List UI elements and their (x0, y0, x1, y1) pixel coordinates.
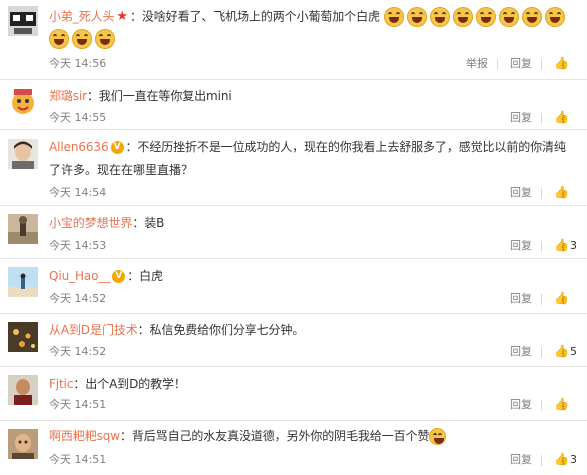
avatar[interactable] (8, 322, 38, 352)
comment-body: ：装B (132, 216, 165, 230)
comment-body: ：没啥好看了、飞机场上的两个小葡萄加个白虎 (129, 9, 380, 24)
reply-button[interactable]: 回复 (510, 111, 532, 125)
reply-button[interactable]: 回复 (510, 345, 532, 359)
comment-body: ：白虎 (127, 269, 163, 283)
avatar[interactable] (8, 267, 38, 297)
username-link[interactable]: 郑璐sir (49, 89, 87, 103)
comment-body: ：背后骂自己的水友真没道德，另外你的阴毛我给一百个赞 (119, 429, 430, 443)
username-link[interactable]: 小宝的梦想世界 (49, 216, 132, 230)
avatar[interactable] (8, 87, 38, 117)
laugh-emoji-icon (498, 7, 519, 27)
comment-text: 从A到D是门技术：私信免费给你们分享七分钟。 (49, 321, 304, 339)
reply-button[interactable]: 回复 (510, 292, 532, 306)
like-count: 3 (570, 453, 577, 466)
laugh-emoji-icon (429, 7, 450, 27)
avatar[interactable] (8, 6, 38, 36)
comment-item: 郑璐sir：我们一直在等你复出mini 今天 14:55 回复 👍 (0, 80, 587, 129)
comment-body: ：出个A到D的教学！ (73, 377, 186, 391)
comment-item: 从A到D是门技术：私信免费给你们分享七分钟。 今天 14:52 回复 👍 5 (0, 314, 587, 366)
comment-text: 郑璐sir：我们一直在等你复出mini (49, 87, 232, 105)
comment-item: 小宝的梦想世界：装B 今天 14:53 回复 👍 3 (0, 206, 587, 258)
like-thumb-icon[interactable]: 👍 (554, 291, 569, 305)
username-link[interactable]: Allen6636 (49, 140, 109, 154)
like-thumb-icon[interactable]: 👍 (554, 110, 569, 124)
comment-body-continued: 了许多。现在在哪里直播？ (49, 163, 194, 177)
timestamp: 今天 14:52 (49, 292, 107, 305)
divider (541, 400, 542, 411)
comment-text: Fjtic：出个A到D的教学！ (49, 375, 186, 393)
timestamp: 今天 14:55 (49, 111, 107, 124)
v-badge-icon: V (112, 270, 126, 283)
comment-item: Fjtic：出个A到D的教学！ 今天 14:51 回复 👍 (0, 367, 587, 420)
like-count: 3 (570, 239, 577, 252)
comment-text: 小宝的梦想世界：装B (49, 214, 164, 232)
comment-body: ：不经历挫折不是一位成功的人，现在的你我看上去舒服多了，感觉比以前的你清纯 (125, 140, 566, 154)
like-thumb-icon[interactable]: 👍 (554, 344, 569, 358)
comment-text: 小弟_死人头 ★ ：没啥好看了、飞机场上的两个小葡萄加个白虎 (49, 7, 568, 27)
comment-item: 啊西粑粑sqw：背后骂自己的水友真没道德，另外你的阴毛我给一百个赞 今天 14:… (0, 421, 587, 475)
like-thumb-icon[interactable]: 👍 (554, 185, 569, 199)
divider (541, 455, 542, 466)
laugh-emoji-icon (95, 29, 115, 49)
reply-button[interactable]: 回复 (510, 453, 532, 467)
comment-item: Allen6636 V ：不经历挫折不是一位成功的人，现在的你我看上去舒服多了，感觉… (0, 130, 587, 205)
laugh-emoji-icon (475, 7, 496, 27)
laugh-emoji-icon (49, 29, 69, 49)
username-link[interactable]: Fjtic (49, 377, 73, 391)
laugh-emoji-icon (521, 7, 542, 27)
comment-item: 小弟_死人头 ★ ：没啥好看了、飞机场上的两个小葡萄加个白虎 今天 14:56 举报… (0, 0, 587, 80)
laugh-emoji-icon (452, 7, 473, 27)
username-link[interactable]: 从A到D是门技术 (49, 323, 138, 337)
emoji-row (49, 29, 118, 49)
comment-body: ：我们一直在等你复出mini (87, 89, 232, 103)
divider (541, 241, 542, 252)
comment-text: Qiu_Hao__ V ：白虎 (49, 267, 163, 285)
divider (541, 113, 542, 124)
divider (541, 59, 542, 70)
divider (541, 188, 542, 199)
laugh-emoji-icon (72, 29, 92, 49)
v-badge-icon: V (110, 141, 124, 154)
like-thumb-icon[interactable]: 👍 (554, 397, 569, 411)
laugh-emoji-icon (544, 7, 565, 27)
username-link[interactable]: Qiu_Hao__ (49, 269, 110, 283)
timestamp: 今天 14:52 (49, 345, 107, 358)
username-link[interactable]: 啊西粑粑sqw (49, 429, 120, 443)
like-thumb-icon[interactable]: 👍 (554, 238, 569, 252)
reply-button[interactable]: 回复 (510, 239, 532, 253)
reply-button[interactable]: 回复 (510, 186, 532, 200)
reply-button[interactable]: 回复 (510, 398, 532, 412)
avatar[interactable] (8, 214, 38, 244)
laugh-emoji-icon (429, 428, 447, 445)
comment-body: ：私信免费给你们分享七分钟。 (137, 323, 305, 337)
divider (541, 347, 542, 358)
laugh-emoji-icon (383, 7, 404, 27)
comment-item: Qiu_Hao__ V ：白虎 今天 14:52 回复 👍 (0, 259, 587, 313)
divider (497, 59, 498, 70)
timestamp: 今天 14:54 (49, 186, 107, 199)
report-button[interactable]: 举报 (466, 57, 488, 71)
laugh-emoji-icon (406, 7, 427, 27)
reply-button[interactable]: 回复 (510, 57, 532, 71)
star-icon: ★ (116, 9, 128, 24)
avatar[interactable] (8, 139, 38, 169)
divider (541, 294, 542, 305)
avatar[interactable] (8, 429, 38, 459)
timestamp: 今天 14:51 (49, 453, 107, 466)
timestamp: 今天 14:56 (49, 57, 107, 70)
avatar[interactable] (8, 375, 38, 405)
timestamp: 今天 14:51 (49, 398, 107, 411)
username-link[interactable]: 小弟_死人头 (49, 10, 115, 24)
comment-text: Allen6636 V ：不经历挫折不是一位成功的人，现在的你我看上去舒服多了，感觉… (49, 138, 566, 156)
like-thumb-icon[interactable]: 👍 (554, 452, 569, 466)
timestamp: 今天 14:53 (49, 239, 107, 252)
like-count: 5 (570, 345, 577, 358)
like-thumb-icon[interactable]: 👍 (554, 56, 569, 70)
comment-text: 啊西粑粑sqw：背后骂自己的水友真没道德，另外你的阴毛我给一百个赞 (49, 427, 449, 445)
